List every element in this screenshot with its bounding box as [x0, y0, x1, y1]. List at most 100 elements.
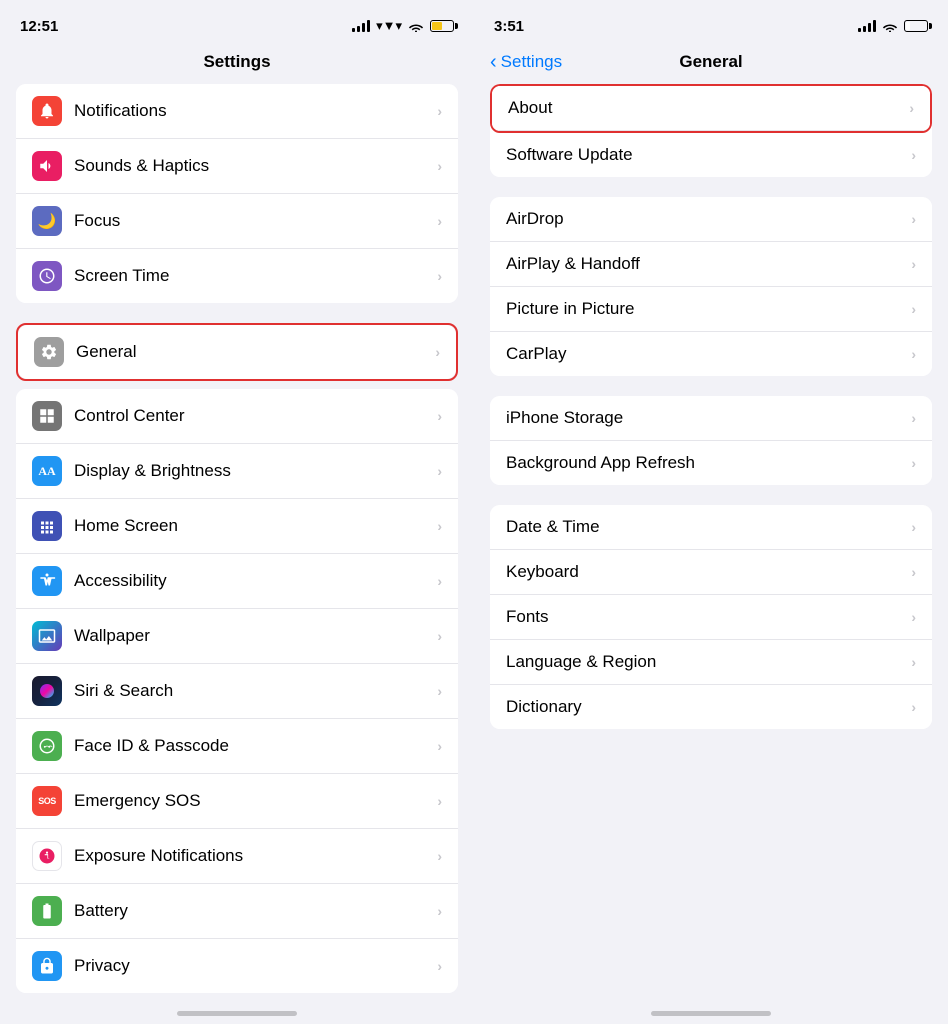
dictionary-row[interactable]: Dictionary ›	[490, 685, 932, 729]
iphonestorage-chevron: ›	[911, 410, 916, 426]
battery-chevron: ›	[437, 903, 442, 919]
airplay-label: AirPlay & Handoff	[506, 254, 911, 274]
iphonestorage-row[interactable]: iPhone Storage ›	[490, 396, 932, 441]
pictureinpicture-row[interactable]: Picture in Picture ›	[490, 287, 932, 332]
sounds-label: Sounds & Haptics	[74, 156, 437, 176]
fonts-chevron: ›	[911, 609, 916, 625]
scroll-content-right[interactable]: About › Software Update › AirDrop › AirP…	[474, 84, 948, 1003]
scroll-content-left[interactable]: Notifications › Sounds & Haptics › 🌙 Foc…	[0, 84, 474, 1003]
general-row-container: General ›	[16, 323, 458, 381]
carplay-chevron: ›	[911, 346, 916, 362]
backgroundapprefresh-row[interactable]: Background App Refresh ›	[490, 441, 932, 485]
language-label: Language & Region	[506, 652, 911, 672]
siri-row[interactable]: Siri & Search ›	[16, 664, 458, 719]
notifications-label: Notifications	[74, 101, 437, 121]
controlcenter-row[interactable]: Control Center ›	[16, 389, 458, 444]
screentime-label: Screen Time	[74, 266, 437, 286]
wifi-icon-svg	[408, 20, 424, 32]
siri-chevron: ›	[437, 683, 442, 699]
emergencysos-row[interactable]: SOS Emergency SOS ›	[16, 774, 458, 829]
notifications-icon	[32, 96, 62, 126]
softwareupdate-row[interactable]: Software Update ›	[490, 133, 932, 177]
backgroundapprefresh-chevron: ›	[911, 455, 916, 471]
status-bar-left: 12:51 ▾▼▾	[0, 0, 474, 44]
keyboard-chevron: ›	[911, 564, 916, 580]
softwareupdate-label: Software Update	[506, 145, 911, 165]
airdrop-row[interactable]: AirDrop ›	[490, 197, 932, 242]
faceid-icon	[32, 731, 62, 761]
language-chevron: ›	[911, 654, 916, 670]
focus-chevron: ›	[437, 213, 442, 229]
display-icon: AA	[32, 456, 62, 486]
back-chevron-icon: ‹	[490, 52, 497, 72]
nav-header: ‹ Settings General	[474, 44, 948, 84]
keyboard-label: Keyboard	[506, 562, 911, 582]
nav-title: General	[679, 52, 742, 72]
general-chevron: ›	[435, 344, 440, 360]
exposurenotif-chevron: ›	[437, 848, 442, 864]
homescreen-row[interactable]: Home Screen ›	[16, 499, 458, 554]
left-panel: 12:51 ▾▼▾ Settings	[0, 0, 474, 1024]
privacy-row[interactable]: Privacy ›	[16, 939, 458, 993]
faceid-row[interactable]: Face ID & Passcode ›	[16, 719, 458, 774]
display-row[interactable]: AA Display & Brightness ›	[16, 444, 458, 499]
sounds-row[interactable]: Sounds & Haptics ›	[16, 139, 458, 194]
display-label: Display & Brightness	[74, 461, 437, 481]
focus-icon: 🌙	[32, 206, 62, 236]
accessibility-row[interactable]: Accessibility ›	[16, 554, 458, 609]
battery-icon-left	[430, 20, 454, 32]
airdrop-chevron: ›	[911, 211, 916, 227]
screentime-icon	[32, 261, 62, 291]
about-highlight-container: About ›	[490, 84, 932, 133]
pictureinpicture-label: Picture in Picture	[506, 299, 911, 319]
privacy-chevron: ›	[437, 958, 442, 974]
faceid-label: Face ID & Passcode	[74, 736, 437, 756]
carplay-row[interactable]: CarPlay ›	[490, 332, 932, 376]
keyboard-row[interactable]: Keyboard ›	[490, 550, 932, 595]
language-row[interactable]: Language & Region ›	[490, 640, 932, 685]
airplay-row[interactable]: AirPlay & Handoff ›	[490, 242, 932, 287]
exposurenotif-row[interactable]: Exposure Notifications ›	[16, 829, 458, 884]
emergencysos-chevron: ›	[437, 793, 442, 809]
about-label: About	[508, 98, 909, 118]
fonts-row[interactable]: Fonts ›	[490, 595, 932, 640]
controlcenter-icon	[32, 401, 62, 431]
datetime-row[interactable]: Date & Time ›	[490, 505, 932, 550]
emergencysos-icon: SOS	[32, 786, 62, 816]
wallpaper-row[interactable]: Wallpaper ›	[16, 609, 458, 664]
about-row[interactable]: About ›	[492, 86, 930, 131]
general-group-4: Date & Time › Keyboard › Fonts › Languag…	[490, 505, 932, 729]
about-chevron: ›	[909, 100, 914, 116]
datetime-chevron: ›	[911, 519, 916, 535]
time-right: 3:51	[494, 18, 524, 35]
backgroundapprefresh-label: Background App Refresh	[506, 453, 911, 473]
back-button[interactable]: ‹ Settings	[490, 52, 562, 72]
accessibility-icon	[32, 566, 62, 596]
time-left: 12:51	[20, 18, 58, 35]
focus-row[interactable]: 🌙 Focus ›	[16, 194, 458, 249]
screentime-row[interactable]: Screen Time ›	[16, 249, 458, 303]
status-icons-left: ▾▼▾	[352, 18, 454, 34]
general-label: General	[76, 342, 435, 362]
general-group-3: iPhone Storage › Background App Refresh …	[490, 396, 932, 485]
pictureinpicture-chevron: ›	[911, 301, 916, 317]
general-row[interactable]: General ›	[18, 325, 456, 379]
status-icons-right	[858, 20, 928, 32]
back-label: Settings	[501, 52, 562, 72]
emergencysos-label: Emergency SOS	[74, 791, 437, 811]
battery-row[interactable]: Battery ›	[16, 884, 458, 939]
accessibility-chevron: ›	[437, 573, 442, 589]
screentime-chevron: ›	[437, 268, 442, 284]
datetime-label: Date & Time	[506, 517, 911, 537]
notifications-row[interactable]: Notifications ›	[16, 84, 458, 139]
homescreen-icon	[32, 511, 62, 541]
homescreen-chevron: ›	[437, 518, 442, 534]
wallpaper-icon	[32, 621, 62, 651]
home-indicator-left	[0, 1003, 474, 1024]
iphonestorage-label: iPhone Storage	[506, 408, 911, 428]
display-chevron: ›	[437, 463, 442, 479]
fonts-label: Fonts	[506, 607, 911, 627]
siri-icon	[32, 676, 62, 706]
battery-row-icon	[32, 896, 62, 926]
wallpaper-chevron: ›	[437, 628, 442, 644]
